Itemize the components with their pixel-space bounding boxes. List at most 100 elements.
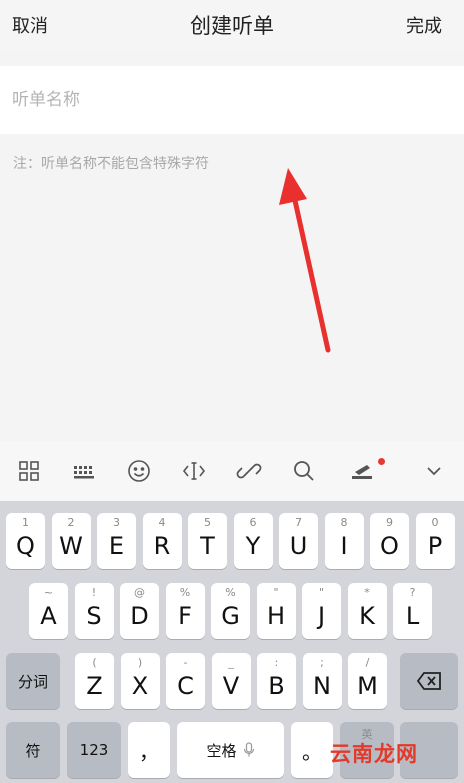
- period-key[interactable]: 。: [291, 722, 333, 778]
- search-icon[interactable]: [288, 455, 320, 487]
- key-label: P: [427, 532, 443, 560]
- top-nav-bar: 取消 创建听单 完成: [0, 0, 464, 50]
- key-label: Z: [86, 672, 103, 700]
- watermark-text: 云南龙网: [330, 742, 418, 766]
- key-label: A: [40, 602, 57, 630]
- key-label: V: [222, 672, 240, 700]
- key-hint: (: [92, 656, 97, 669]
- key-hint: 8: [340, 516, 348, 529]
- key-hint: ": [273, 586, 279, 599]
- key-hint: :: [274, 656, 279, 669]
- key-hint: 2: [67, 516, 75, 529]
- key-label: Y: [245, 532, 261, 560]
- key-hint: 9: [386, 516, 393, 529]
- key-q[interactable]: 1Q: [6, 513, 45, 569]
- key-v[interactable]: _ V: [211, 653, 251, 709]
- key-g[interactable]: % G: [211, 583, 250, 639]
- key-label: E: [108, 532, 125, 560]
- key-e[interactable]: 3E: [97, 513, 136, 569]
- key-label: Q: [16, 532, 35, 560]
- emoji-icon[interactable]: [123, 455, 155, 487]
- key-label: H: [266, 602, 286, 630]
- key-p[interactable]: 0P: [415, 513, 455, 569]
- key-label: D: [130, 602, 149, 630]
- key-h[interactable]: " H: [256, 583, 296, 639]
- key-t[interactable]: 5T: [188, 513, 227, 569]
- numbers-key[interactable]: 123: [67, 722, 121, 778]
- grid-icon[interactable]: [13, 455, 45, 487]
- key-u[interactable]: 7U: [279, 513, 318, 569]
- key-label: L: [405, 602, 420, 630]
- key-hint: /: [365, 656, 370, 669]
- key-label: J: [317, 602, 326, 630]
- key-hint: 0: [431, 516, 439, 529]
- key-n[interactable]: ; N: [302, 653, 342, 709]
- key-label: M: [357, 672, 378, 700]
- key-hint: 5: [204, 516, 211, 529]
- key-w[interactable]: 2W: [51, 513, 91, 569]
- key-m[interactable]: / M: [348, 653, 387, 709]
- key-label: B: [268, 672, 285, 700]
- page-title: 创建听单: [190, 14, 274, 38]
- chevron-down-icon[interactable]: [418, 455, 450, 487]
- key-x[interactable]: ) X: [120, 653, 160, 709]
- key-hint: ~: [43, 586, 54, 599]
- key-hint: -: [183, 656, 188, 669]
- link-icon[interactable]: [233, 455, 265, 487]
- key-label: W: [59, 532, 83, 560]
- done-button[interactable]: 完成: [406, 12, 442, 38]
- key-label: C: [177, 672, 194, 700]
- key-o[interactable]: 9O: [370, 513, 409, 569]
- space-key[interactable]: 空格: [177, 722, 284, 778]
- key-label: O: [380, 532, 399, 560]
- key-hint: !: [91, 586, 97, 599]
- key-label: I: [340, 532, 348, 560]
- key-hint: ): [137, 656, 143, 669]
- name-input-row: [0, 66, 464, 134]
- key-s[interactable]: ! S: [74, 583, 114, 639]
- key-hint: ;: [320, 656, 324, 669]
- key-hint: 4: [158, 516, 166, 529]
- key-y[interactable]: 6Y: [233, 513, 273, 569]
- key-hint: 3: [113, 516, 120, 529]
- key-k[interactable]: * K: [347, 583, 387, 639]
- cursor-icon[interactable]: [178, 455, 210, 487]
- key-hint: @: [134, 586, 145, 599]
- key-label: F: [178, 602, 192, 630]
- key-label: R: [153, 532, 171, 560]
- key-a[interactable]: ~ A: [29, 583, 68, 639]
- keyboard-toolbar: [0, 441, 464, 501]
- segment-key[interactable]: 分词: [6, 653, 60, 709]
- key-hint: 7: [295, 516, 302, 529]
- microphone-icon: [243, 742, 254, 757]
- key-b[interactable]: :B: [257, 653, 296, 709]
- comma-key[interactable]: ，: [128, 722, 170, 778]
- key-label: S: [86, 602, 102, 630]
- key-hint: %: [225, 586, 236, 599]
- key-hint: %: [179, 586, 191, 599]
- playlist-name-input[interactable]: [12, 86, 442, 114]
- key-hint: ?: [409, 586, 416, 599]
- key-c[interactable]: -C: [166, 653, 205, 709]
- stamp-icon[interactable]: [346, 455, 378, 487]
- notification-dot: [378, 458, 385, 465]
- key-label: U: [289, 532, 308, 560]
- backspace-icon: [416, 672, 441, 690]
- key-label: G: [221, 602, 240, 630]
- key-hint: _: [228, 656, 234, 669]
- key-hint: 6: [249, 516, 257, 529]
- key-r[interactable]: 4R: [142, 513, 182, 569]
- key-l[interactable]: ? L: [393, 583, 432, 639]
- key-f[interactable]: % F: [165, 583, 205, 639]
- symbol-key[interactable]: 符: [6, 722, 60, 778]
- key-z[interactable]: (Z: [75, 653, 114, 709]
- key-i[interactable]: 8I: [324, 513, 364, 569]
- key-hint: 1: [22, 516, 29, 529]
- keyboard-switch-icon[interactable]: [68, 455, 100, 487]
- key-hint: ": [318, 586, 325, 599]
- backspace-key[interactable]: [400, 653, 458, 709]
- key-label: K: [359, 602, 375, 630]
- key-j[interactable]: " J: [302, 583, 341, 639]
- key-d[interactable]: @ D: [120, 583, 159, 639]
- key-hint: *: [364, 586, 370, 599]
